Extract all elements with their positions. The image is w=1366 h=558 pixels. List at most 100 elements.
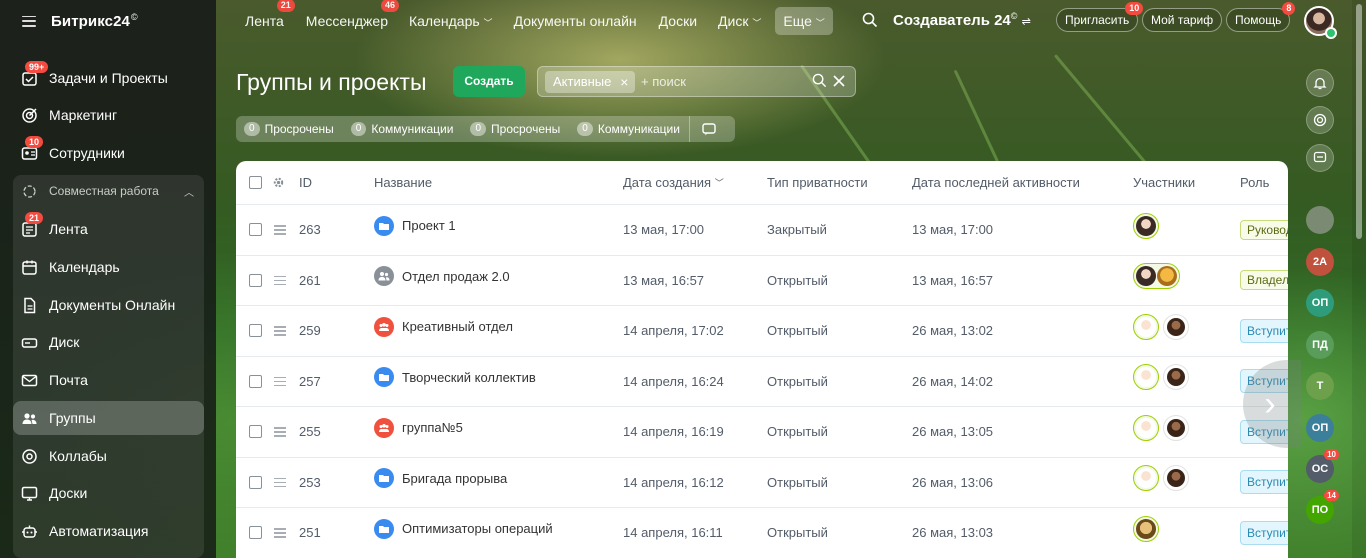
- chat-avatar[interactable]: 2А: [1306, 248, 1334, 276]
- topnav-messenger[interactable]: Мессенджер 46: [306, 0, 399, 29]
- topnav-feed[interactable]: Лента 21: [245, 0, 295, 29]
- sidebar-item-mail[interactable]: Почта: [13, 363, 204, 397]
- row-name[interactable]: Творческий коллектив: [374, 353, 536, 403]
- topnav-documents[interactable]: Документы онлайн: [514, 13, 637, 29]
- drag-handle-icon[interactable]: [274, 477, 286, 487]
- member-avatar[interactable]: [1136, 215, 1156, 236]
- search-input[interactable]: + поиск: [641, 74, 686, 89]
- sidebar-item-employees[interactable]: 10 Сотрудники: [13, 135, 204, 170]
- row-name[interactable]: Проект 1: [374, 201, 456, 251]
- row-checkbox[interactable]: [249, 374, 262, 388]
- members-box[interactable]: [1133, 313, 1159, 340]
- drag-handle-icon[interactable]: [274, 225, 286, 235]
- table-row[interactable]: 261 Отдел продаж 2.0 13 мая, 16:57 Открытый…: [236, 256, 1288, 306]
- member-avatar[interactable]: [1136, 468, 1156, 489]
- sidebar-item-calendar[interactable]: Календарь: [13, 250, 204, 284]
- column-privacy[interactable]: Тип приватности: [767, 161, 868, 204]
- table-row[interactable]: 257 Творческий коллектив 14 апреля, 16:24 О…: [236, 357, 1288, 407]
- member-avatar[interactable]: [1157, 266, 1177, 287]
- table-row[interactable]: 259 Креативный отдел 14 апреля, 17:02 Откры…: [236, 306, 1288, 357]
- sidebar-item-boards[interactable]: Доски: [13, 476, 204, 510]
- row-name[interactable]: группа№5: [374, 403, 463, 453]
- menu-icon[interactable]: [22, 15, 36, 27]
- sidebar-item-automation[interactable]: Автоматизация: [13, 514, 204, 548]
- topnav-more[interactable]: Еще ﹀: [775, 7, 833, 35]
- members-box[interactable]: [1133, 364, 1159, 391]
- sidebar-item-marketing[interactable]: Маркетинг: [13, 98, 204, 132]
- sidebar-item-tasks[interactable]: 99+ Задачи и Проекты: [13, 60, 204, 95]
- notifications-icon[interactable]: [1306, 69, 1334, 97]
- role-badge[interactable]: Руковод: [1240, 219, 1288, 240]
- row-name[interactable]: Креативный отдел: [374, 302, 513, 352]
- member-avatar[interactable]: [1163, 465, 1189, 492]
- chat-avatar[interactable]: ОС 10: [1306, 449, 1339, 483]
- scrollbar[interactable]: [1352, 0, 1366, 558]
- row-checkbox[interactable]: [249, 324, 262, 338]
- company-name[interactable]: Создаватель 24© ⇌: [893, 11, 1031, 29]
- table-row[interactable]: 255 группа№5 14 апреля, 16:19 Открытый 26 ма…: [236, 407, 1288, 458]
- invite-button[interactable]: Пригласить 10: [1056, 2, 1144, 32]
- column-role[interactable]: Роль: [1240, 161, 1269, 204]
- drag-handle-icon[interactable]: [274, 528, 286, 538]
- copilot-icon[interactable]: [1306, 106, 1334, 134]
- drag-handle-icon[interactable]: [274, 275, 286, 285]
- column-id[interactable]: ID: [299, 161, 312, 204]
- chat-avatar[interactable]: Т: [1306, 372, 1334, 400]
- row-checkbox[interactable]: [249, 475, 262, 489]
- sidebar-item-feed[interactable]: 21 Лента: [13, 211, 204, 246]
- drag-handle-icon[interactable]: [274, 427, 286, 437]
- table-row[interactable]: 251 Оптимизаторы операций 14 апреля, 16:11…: [236, 508, 1288, 558]
- gear-icon[interactable]: [272, 176, 285, 189]
- row-checkbox[interactable]: [249, 273, 262, 287]
- table-row[interactable]: 263 Проект 1 13 мая, 17:00 Закрытый 13 мая, …: [236, 205, 1288, 256]
- close-icon[interactable]: ×: [620, 71, 628, 93]
- column-created[interactable]: Дата создания ﹀: [623, 161, 724, 204]
- group-name-link[interactable]: группа№5: [402, 420, 463, 435]
- row-checkbox[interactable]: [249, 223, 262, 237]
- filter-chip-active[interactable]: Активные ×: [545, 71, 636, 93]
- logo[interactable]: Битрикс24©: [51, 12, 138, 30]
- members-box[interactable]: [1133, 263, 1180, 290]
- column-members[interactable]: Участники: [1133, 161, 1195, 204]
- member-avatar[interactable]: [1136, 417, 1156, 438]
- topnav-disk[interactable]: Диск ﹀: [718, 13, 761, 29]
- drag-handle-icon[interactable]: [274, 376, 286, 386]
- settings-sliders-icon[interactable]: ⇌: [1022, 16, 1031, 28]
- counter-communications[interactable]: 0 Коммуникации: [350, 122, 453, 136]
- counter-overdue[interactable]: 0 Просрочены: [244, 122, 334, 136]
- my-tariff-button[interactable]: Мой тариф: [1142, 8, 1223, 32]
- filter-search[interactable]: Активные × + поиск: [537, 66, 856, 97]
- chat-avatar[interactable]: [1306, 206, 1334, 234]
- role-badge[interactable]: Владеле: [1240, 270, 1288, 291]
- topnav-calendar[interactable]: Календарь ﹀: [409, 13, 493, 29]
- chat-avatar[interactable]: ОП: [1306, 289, 1334, 317]
- chat-icon[interactable]: [1306, 144, 1334, 172]
- chat-avatar[interactable]: ПО 14: [1306, 490, 1339, 524]
- member-avatar[interactable]: [1163, 364, 1189, 391]
- row-checkbox[interactable]: [249, 526, 262, 540]
- members-box[interactable]: [1133, 515, 1159, 542]
- members-box[interactable]: [1133, 414, 1159, 441]
- group-name-link[interactable]: Бригада прорыва: [402, 471, 507, 486]
- role-badge[interactable]: Вступит: [1240, 520, 1288, 545]
- member-avatar[interactable]: [1136, 367, 1156, 388]
- row-name[interactable]: Оптимизаторы операций: [374, 504, 553, 554]
- group-name-link[interactable]: Отдел продаж 2.0: [402, 269, 510, 284]
- table-row[interactable]: 253 Бригада прорыва 14 апреля, 16:12 Открыт…: [236, 458, 1288, 508]
- sidebar-item-collabs[interactable]: Коллабы: [13, 439, 204, 473]
- counter-communications-2[interactable]: 0 Коммуникации: [577, 122, 680, 136]
- group-name-link[interactable]: Оптимизаторы операций: [402, 521, 553, 536]
- row-checkbox[interactable]: [249, 425, 262, 439]
- member-avatar[interactable]: [1163, 414, 1189, 441]
- group-name-link[interactable]: Креативный отдел: [402, 319, 513, 334]
- row-name[interactable]: Бригада прорыва: [374, 454, 507, 504]
- drag-handle-icon[interactable]: [274, 326, 286, 336]
- select-all-checkbox[interactable]: [249, 176, 262, 189]
- group-name-link[interactable]: Проект 1: [402, 218, 456, 233]
- chat-avatar[interactable]: ОП: [1306, 414, 1334, 442]
- role-badge[interactable]: Вступит: [1240, 470, 1288, 495]
- chat-avatar[interactable]: ПД: [1306, 331, 1334, 359]
- search-icon[interactable]: [862, 12, 878, 28]
- sidebar-item-groups[interactable]: Группы: [13, 401, 204, 435]
- counter-overdue-2[interactable]: 0 Просрочены: [470, 122, 560, 136]
